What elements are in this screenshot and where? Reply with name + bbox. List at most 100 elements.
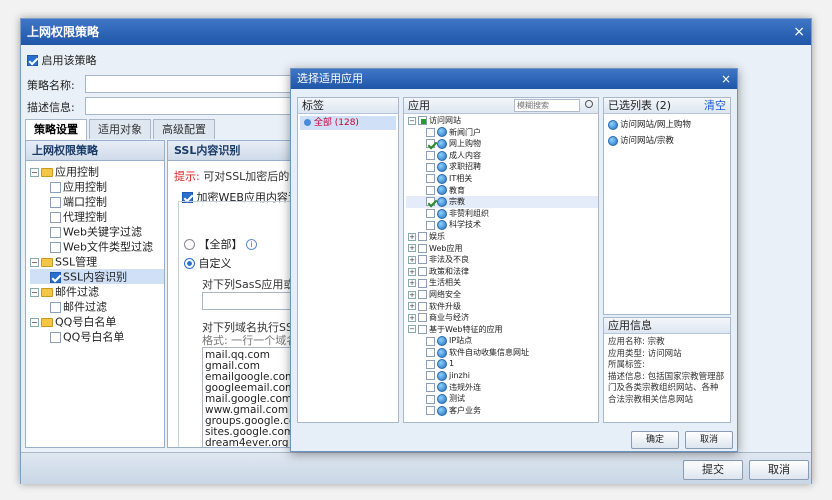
collapse-icon[interactable]: − <box>30 257 39 267</box>
enable-policy-row[interactable]: 启用该策略 <box>27 52 97 68</box>
app-tree-item[interactable]: 宗教 <box>406 196 598 208</box>
app-checkbox[interactable] <box>426 348 435 358</box>
expand-icon[interactable]: + <box>408 313 416 322</box>
app-tree-item[interactable]: + 软件升级 <box>406 301 598 313</box>
submit-button[interactable]: 提交 <box>683 460 743 480</box>
app-checkbox[interactable] <box>418 324 427 334</box>
left-tree-item[interactable]: − 应用控制 <box>30 164 164 179</box>
option-all-radio[interactable] <box>184 238 195 250</box>
app-tree-item[interactable]: + 非法及不良 <box>406 254 598 266</box>
app-checkbox[interactable] <box>418 278 427 288</box>
option-custom-row[interactable]: 自定义 <box>184 255 232 271</box>
tree-checkbox[interactable] <box>50 211 61 223</box>
collapse-icon[interactable]: − <box>408 116 416 125</box>
domain-textarea[interactable]: mail.qq.com gmail.com emailgoogle.com googl… <box>202 347 290 447</box>
dialog-ok-button[interactable]: 确定 <box>631 431 679 449</box>
app-checkbox[interactable] <box>426 127 435 137</box>
app-tree-item[interactable]: + 网络安全 <box>406 289 598 301</box>
app-checkbox[interactable] <box>426 185 435 195</box>
app-tree-item[interactable]: jinzhi <box>406 370 598 382</box>
app-checkbox[interactable] <box>418 313 427 323</box>
tag-all[interactable]: 全部 (128) <box>300 116 396 130</box>
left-tree-item[interactable]: 代理控制 <box>30 209 164 224</box>
tree-checkbox[interactable] <box>50 271 61 283</box>
app-tree-item[interactable]: IT相关 <box>406 173 598 185</box>
left-tree-item[interactable]: Web文件类型过滤 <box>30 239 164 254</box>
policy-name-input[interactable] <box>85 75 291 93</box>
app-checkbox[interactable] <box>418 290 427 300</box>
option-custom-radio[interactable] <box>184 257 195 269</box>
desc-input[interactable] <box>85 97 291 115</box>
expand-icon[interactable]: + <box>408 255 416 264</box>
left-tree-item[interactable]: 应用控制 <box>30 179 164 194</box>
left-tree-item[interactable]: − 邮件过滤 <box>30 284 164 299</box>
app-checkbox[interactable] <box>418 116 427 126</box>
dialog-cancel-button[interactable]: 取消 <box>685 431 733 449</box>
info-icon[interactable]: i <box>246 238 257 250</box>
app-checkbox[interactable] <box>426 394 435 404</box>
app-checkbox[interactable] <box>426 174 435 184</box>
selected-item[interactable]: 访问网站/网上购物 <box>608 117 730 133</box>
left-tree-item[interactable]: 端口控制 <box>30 194 164 209</box>
app-checkbox[interactable] <box>418 243 427 253</box>
app-tree-item[interactable]: + 政策和法律 <box>406 266 598 278</box>
app-checkbox[interactable] <box>426 359 435 369</box>
option-all-row[interactable]: 【全部】 i <box>184 236 257 252</box>
app-tree-item[interactable]: − 基于Web特征的应用 <box>406 324 598 336</box>
app-tree-item[interactable]: + Web应用 <box>406 243 598 255</box>
app-checkbox[interactable] <box>426 406 435 416</box>
selected-item[interactable]: 访问网站/宗教 <box>608 133 730 149</box>
app-checkbox[interactable] <box>426 139 435 149</box>
left-tree-item[interactable]: 邮件过滤 <box>30 299 164 314</box>
tree-checkbox[interactable] <box>50 301 61 313</box>
app-tree-item[interactable]: 软件自动收集信息网址 <box>406 347 598 359</box>
expand-icon[interactable]: + <box>408 267 416 276</box>
app-tree-item[interactable]: + 生活相关 <box>406 277 598 289</box>
enable-policy-checkbox[interactable] <box>27 54 38 66</box>
tree-checkbox[interactable] <box>50 241 61 253</box>
app-tree-item[interactable]: IP站点 <box>406 335 598 347</box>
app-tree-item[interactable]: 1 <box>406 358 598 370</box>
expand-icon[interactable]: + <box>408 232 416 241</box>
close-icon[interactable]: × <box>793 19 805 45</box>
app-tree-item[interactable]: 教育 <box>406 185 598 197</box>
app-checkbox[interactable] <box>426 336 435 346</box>
app-checkbox[interactable] <box>426 382 435 392</box>
clear-link[interactable]: 清空 <box>704 98 726 114</box>
expand-icon[interactable]: + <box>408 279 416 288</box>
app-checkbox[interactable] <box>426 197 435 207</box>
app-tree-item[interactable]: 成人内容 <box>406 150 598 162</box>
app-tree-item[interactable]: − 访问网站 <box>406 115 598 127</box>
app-checkbox[interactable] <box>426 162 435 172</box>
tree-checkbox[interactable] <box>50 181 61 193</box>
collapse-icon[interactable]: − <box>30 317 39 327</box>
app-checkbox[interactable] <box>418 255 427 265</box>
app-checkbox[interactable] <box>426 371 435 381</box>
app-search-input[interactable] <box>514 99 580 112</box>
left-tree-item[interactable]: − SSL管理 <box>30 254 164 269</box>
app-tree-item[interactable]: 非赞利组织 <box>406 208 598 220</box>
left-tree-item[interactable]: − QQ号白名单 <box>30 314 164 329</box>
app-tree-item[interactable]: 新闻门户 <box>406 127 598 139</box>
app-checkbox[interactable] <box>418 301 427 311</box>
app-tree-item[interactable]: 客户业务 <box>406 405 598 417</box>
app-checkbox[interactable] <box>426 209 435 219</box>
expand-icon[interactable]: + <box>408 290 416 299</box>
tab-policy-settings[interactable]: 策略设置 <box>25 119 87 140</box>
left-tree-item[interactable]: SSL内容识别 <box>30 269 164 284</box>
app-tree-item[interactable]: 测试 <box>406 393 598 405</box>
search-icon[interactable] <box>585 100 593 108</box>
expand-icon[interactable]: + <box>408 302 416 311</box>
left-tree-item[interactable]: QQ号白名单 <box>30 329 164 344</box>
tab-applicable-objects[interactable]: 适用对象 <box>89 119 151 139</box>
collapse-icon[interactable]: − <box>30 167 39 177</box>
collapse-icon[interactable]: − <box>30 287 39 297</box>
app-tree-item[interactable]: + 商业与经济 <box>406 312 598 324</box>
app-tree-item[interactable]: 违规外连 <box>406 382 598 394</box>
app-checkbox[interactable] <box>418 232 427 242</box>
footer-cancel-button[interactable]: 取消 <box>749 460 809 480</box>
expand-icon[interactable]: + <box>408 244 416 253</box>
app-tree-item[interactable]: 网上购物 <box>406 138 598 150</box>
tree-checkbox[interactable] <box>50 331 61 343</box>
app-checkbox[interactable] <box>426 151 435 161</box>
